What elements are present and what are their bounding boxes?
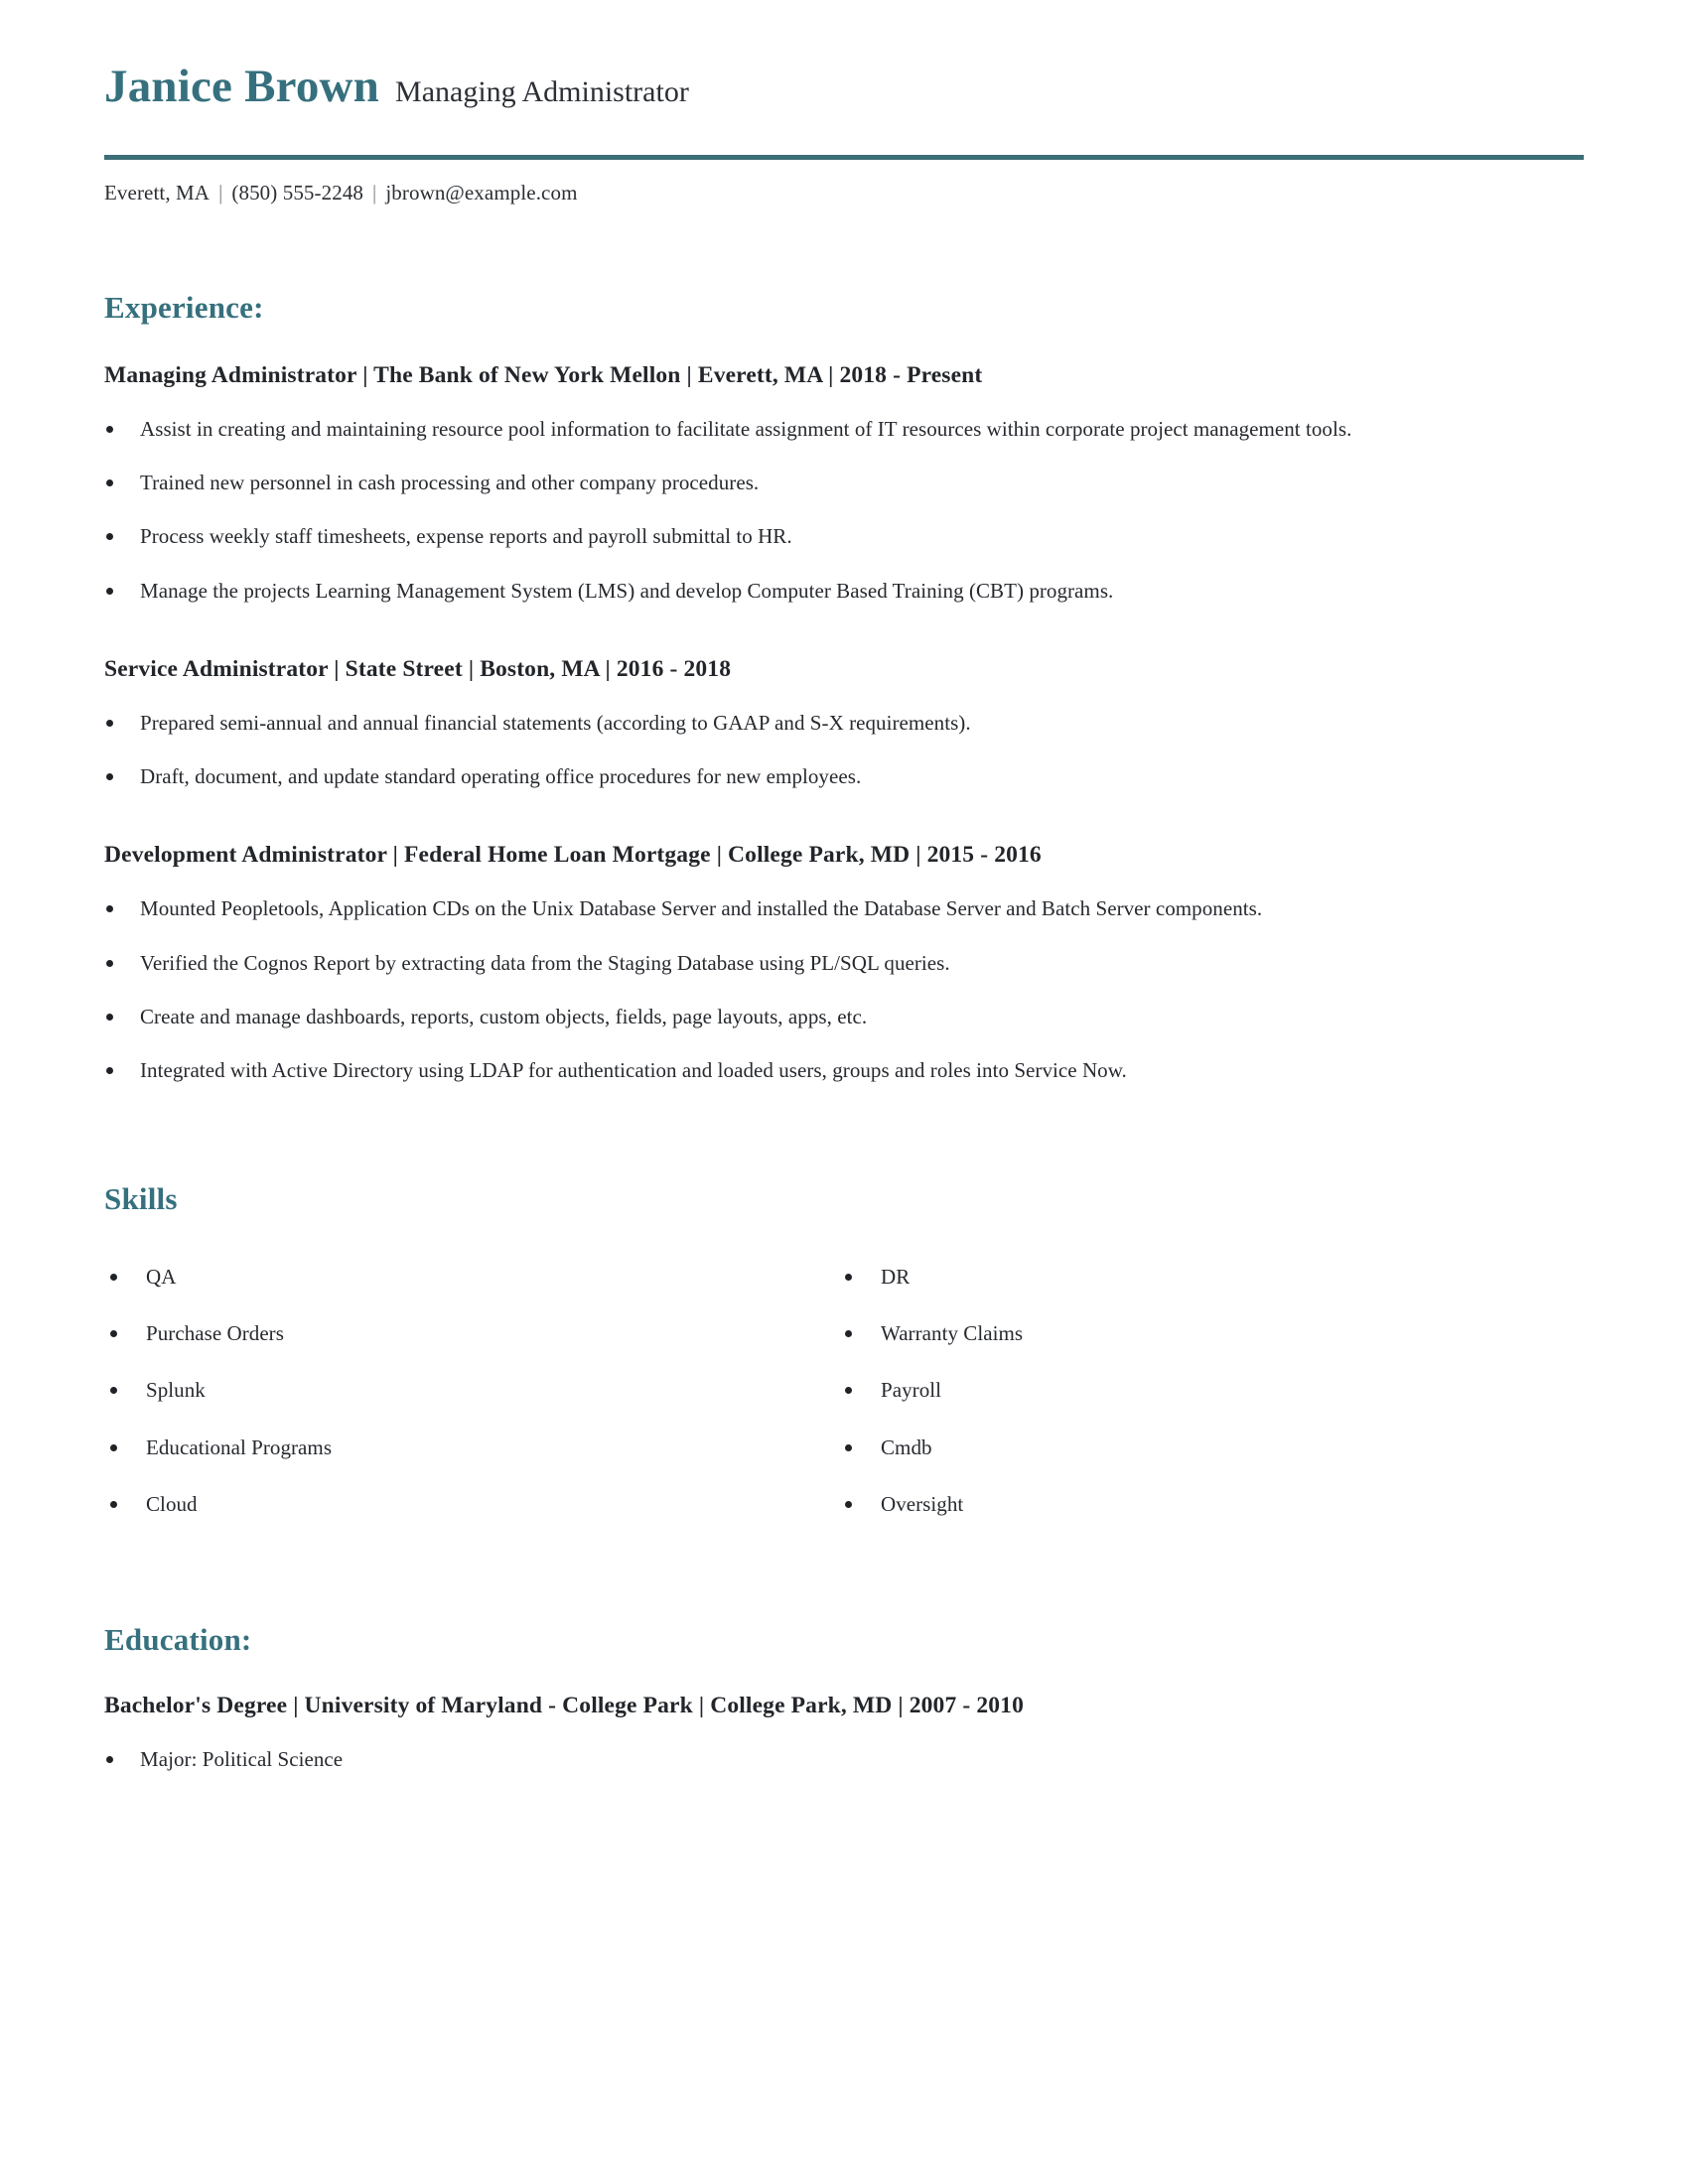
- contact-separator-1: |: [218, 180, 223, 205]
- header-divider: [104, 154, 1584, 160]
- experience-entry-heading: Development Administrator | Federal Home…: [104, 842, 1042, 869]
- list-item: Cloud: [104, 1491, 839, 1518]
- list-item: Cmdb: [839, 1434, 1584, 1461]
- list-item: Splunk: [104, 1377, 839, 1404]
- contact-separator-2: |: [372, 180, 377, 205]
- list-item: Mounted Peopletools, Application CDs on …: [104, 895, 1584, 922]
- resume-page: Janice Brown Managing Administrator Ever…: [0, 0, 1688, 2184]
- list-item: DR: [839, 1264, 1584, 1291]
- list-item: Oversight: [839, 1491, 1584, 1518]
- skills-column-right: DR Warranty Claims Payroll Cmdb Oversigh…: [839, 1234, 1584, 1518]
- contact-phone: (850) 555-2248: [231, 180, 364, 205]
- skills-heading: Skills: [104, 1180, 178, 1216]
- education-entry-bullets: Major: Political Science: [104, 1746, 1584, 1773]
- resume-header: Janice Brown Managing Administrator: [104, 0, 1584, 113]
- candidate-job-title: Managing Administrator: [395, 75, 689, 108]
- experience-entry-bullets: Mounted Peopletools, Application CDs on …: [104, 895, 1584, 1084]
- list-item: Educational Programs: [104, 1434, 839, 1461]
- list-item: Draft, document, and update standard ope…: [104, 763, 1584, 790]
- list-item: Verified the Cognos Report by extracting…: [104, 950, 1584, 977]
- experience-entry-bullets: Prepared semi-annual and annual financia…: [104, 710, 1584, 791]
- education-section: Education: Bachelor's Degree | Universit…: [104, 1622, 1584, 1773]
- list-item: Prepared semi-annual and annual financia…: [104, 710, 1584, 737]
- contact-email: jbrown@example.com: [385, 180, 578, 205]
- experience-section: Experience: Managing Administrator | The…: [104, 290, 1584, 1085]
- experience-entry-bullets: Assist in creating and maintaining resou…: [104, 416, 1584, 605]
- experience-entry-heading: Service Administrator | State Street | B…: [104, 655, 732, 682]
- education-heading: Education:: [104, 1622, 252, 1658]
- list-item: Manage the projects Learning Management …: [104, 578, 1584, 605]
- contact-line: Everett, MA | (850) 555-2248 | jbrown@exampl…: [104, 181, 1584, 205]
- skills-grid: QA Purchase Orders Splunk Educational Pr…: [104, 1234, 1584, 1518]
- candidate-name: Janice Brown: [104, 61, 380, 112]
- experience-heading: Experience:: [104, 289, 264, 325]
- skills-column-left: QA Purchase Orders Splunk Educational Pr…: [104, 1234, 839, 1518]
- list-item: Create and manage dashboards, reports, c…: [104, 1004, 1584, 1030]
- list-item: Assist in creating and maintaining resou…: [104, 416, 1584, 443]
- education-entry-heading: Bachelor's Degree | University of Maryla…: [104, 1693, 1024, 1719]
- list-item: Major: Political Science: [104, 1746, 1584, 1773]
- experience-entry-heading: Managing Administrator | The Bank of New…: [104, 361, 983, 388]
- list-item: Trained new personnel in cash processing…: [104, 470, 1584, 496]
- list-item: Process weekly staff timesheets, expense…: [104, 523, 1584, 550]
- list-item: Warranty Claims: [839, 1320, 1584, 1347]
- contact-location: Everett, MA: [104, 180, 211, 205]
- list-item: Payroll: [839, 1377, 1584, 1404]
- list-item: QA: [104, 1264, 839, 1291]
- list-item: Purchase Orders: [104, 1320, 839, 1347]
- skills-section: Skills QA Purchase Orders Splunk Educati…: [104, 1181, 1584, 1518]
- list-item: Integrated with Active Directory using L…: [104, 1057, 1584, 1084]
